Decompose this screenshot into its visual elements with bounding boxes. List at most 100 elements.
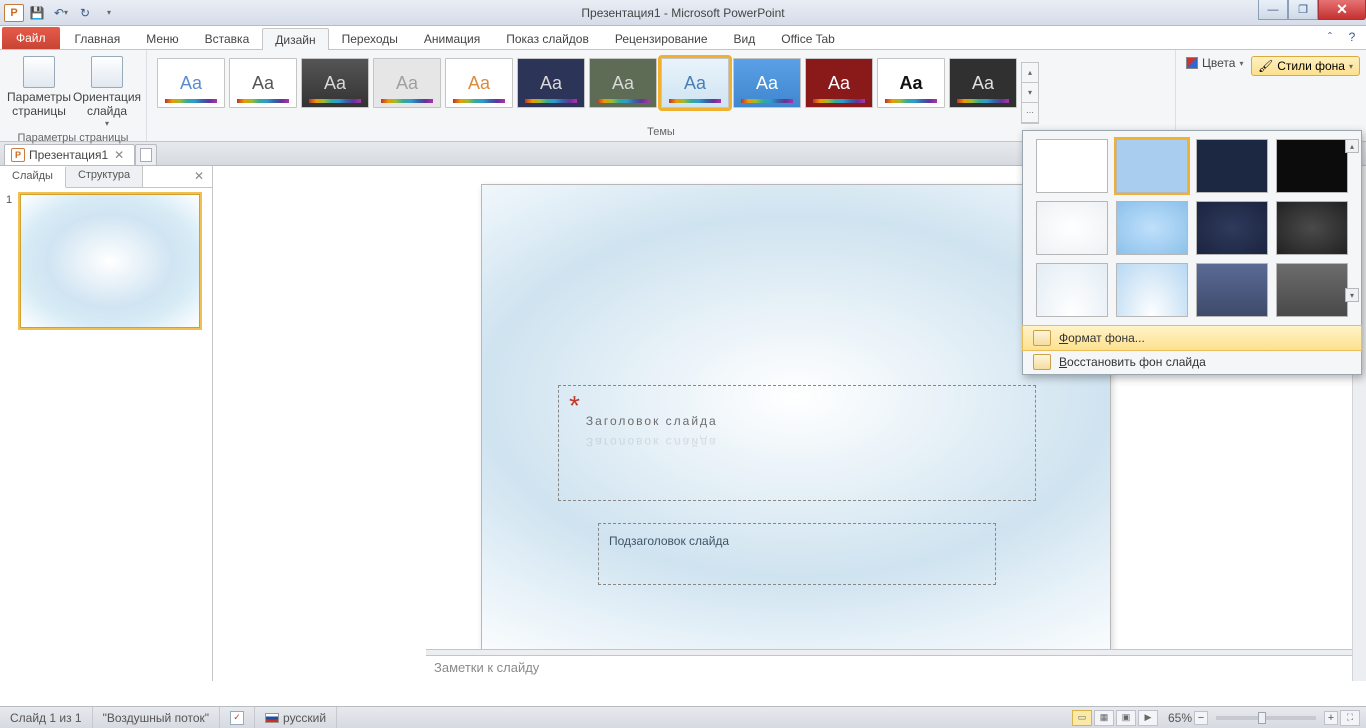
slide[interactable]: * Заголовок слайда Заголовок слайда Подз… [481, 184, 1111, 656]
spellcheck-icon: ✓ [230, 711, 244, 725]
ribbon-tabs: Файл Главная Меню Вставка Дизайн Переход… [0, 26, 1366, 50]
slide-thumbnail-1[interactable] [20, 194, 200, 328]
doc-icon: P [11, 148, 25, 162]
bg-style-4[interactable] [1276, 139, 1348, 193]
slides-tab[interactable]: Слайды [0, 167, 66, 188]
side-panel-close[interactable]: ✕ [186, 166, 212, 187]
popup-scrollbar[interactable]: ▴ ▾ [1345, 139, 1359, 302]
theme-color-strip [957, 99, 1009, 103]
theme-thumb-3[interactable]: Aa [373, 58, 441, 108]
doc-tab-close[interactable]: ✕ [112, 148, 126, 162]
file-tab[interactable]: Файл [2, 27, 60, 49]
theme-thumb-11[interactable]: Aa [949, 58, 1017, 108]
window-title: Презентация1 - Microsoft PowerPoint [0, 6, 1366, 20]
status-theme[interactable]: "Воздушный поток" [93, 707, 220, 728]
tab-home[interactable]: Главная [62, 27, 134, 49]
normal-view-button[interactable]: ▭ [1072, 710, 1092, 726]
background-styles-popup: ▴ ▾ Формат фона... Восстановить фон слай… [1022, 130, 1362, 375]
tab-view[interactable]: Вид [721, 27, 769, 49]
theme-thumb-4[interactable]: Aa [445, 58, 513, 108]
fit-to-window-button[interactable]: ⛶ [1340, 710, 1360, 726]
paint-icon: 🖌 [1258, 59, 1273, 73]
subtitle-placeholder[interactable]: Подзаголовок слайда [598, 523, 996, 585]
undo-button[interactable]: ↶▾ [50, 3, 72, 23]
bg-style-1[interactable] [1036, 139, 1108, 193]
background-styles-button[interactable]: 🖌 Стили фона ▾ [1251, 56, 1360, 76]
title-text: Заголовок слайда Заголовок слайда [586, 392, 718, 435]
theme-aa-icon: Aa [324, 73, 346, 94]
tab-office-tab[interactable]: Office Tab [768, 27, 848, 49]
reading-view-button[interactable]: ▣ [1116, 710, 1136, 726]
bg-style-7[interactable] [1196, 201, 1268, 255]
tab-review[interactable]: Рецензирование [602, 27, 721, 49]
minimize-button[interactable]: — [1258, 0, 1288, 20]
scroll-down-button[interactable]: ▾ [1345, 288, 1359, 302]
theme-thumb-6[interactable]: Aa [589, 58, 657, 108]
theme-aa-icon: Aa [612, 73, 634, 94]
theme-thumb-2[interactable]: Aa [301, 58, 369, 108]
bg-style-10[interactable] [1116, 263, 1188, 317]
theme-thumb-8[interactable]: Aa [733, 58, 801, 108]
close-button[interactable]: ✕ [1318, 0, 1366, 20]
tab-transitions[interactable]: Переходы [329, 27, 411, 49]
tab-slideshow[interactable]: Показ слайдов [493, 27, 602, 49]
themes-gallery-up[interactable]: ▴ [1022, 63, 1038, 83]
bg-style-8[interactable] [1276, 201, 1348, 255]
scroll-up-button[interactable]: ▴ [1345, 139, 1359, 153]
theme-aa-icon: Aa [684, 73, 706, 94]
bg-style-3[interactable] [1196, 139, 1268, 193]
format-background-item[interactable]: Формат фона... [1022, 325, 1362, 351]
bg-style-9[interactable] [1036, 263, 1108, 317]
tab-animation[interactable]: Анимация [411, 27, 493, 49]
bg-style-12[interactable] [1276, 263, 1348, 317]
theme-thumb-7[interactable]: Aa [661, 58, 729, 108]
group-themes: AaAaAaAaAaAaAaAaAaAaAaAa▴▾⋯ Темы [147, 50, 1176, 141]
status-spellcheck[interactable]: ✓ [220, 707, 255, 728]
zoom-slider[interactable] [1216, 716, 1316, 720]
theme-thumb-9[interactable]: Aa [805, 58, 873, 108]
theme-thumb-1[interactable]: Aa [229, 58, 297, 108]
zoom-knob[interactable] [1258, 712, 1266, 724]
theme-thumb-5[interactable]: Aa [517, 58, 585, 108]
bg-style-6[interactable] [1116, 201, 1188, 255]
slide-panel: Слайды Структура ✕ 1 [0, 166, 213, 681]
zoom-in-button[interactable]: + [1324, 711, 1338, 725]
ribbon-collapse-button[interactable]: ˆ [1322, 30, 1338, 44]
outline-tab[interactable]: Структура [66, 166, 143, 187]
status-slide-number[interactable]: Слайд 1 из 1 [0, 707, 93, 728]
theme-thumb-10[interactable]: Aa [877, 58, 945, 108]
bg-style-11[interactable] [1196, 263, 1268, 317]
sorter-view-button[interactable]: ▦ [1094, 710, 1114, 726]
format-bg-label: Формат фона... [1059, 331, 1145, 345]
reset-bg-label: Восстановить фон слайда [1059, 355, 1206, 369]
status-language[interactable]: русский [255, 707, 337, 728]
save-button[interactable]: 💾 [26, 3, 48, 23]
tab-insert[interactable]: Вставка [192, 27, 263, 49]
bg-style-2[interactable] [1116, 139, 1188, 193]
tab-menu[interactable]: Меню [133, 27, 191, 49]
redo-button[interactable]: ↻ [74, 3, 96, 23]
notes-pane[interactable]: Заметки к слайду [426, 655, 1352, 681]
slideshow-view-button[interactable]: ▶ [1138, 710, 1158, 726]
theme-aa-icon: Aa [972, 73, 994, 94]
tab-design[interactable]: Дизайн [262, 28, 328, 50]
help-button[interactable]: ? [1344, 30, 1360, 44]
qat-more-button[interactable]: ▾ [98, 3, 120, 23]
app-icon[interactable]: P [4, 4, 24, 22]
themes-gallery-more[interactable]: ⋯ [1022, 103, 1038, 123]
thumb-number: 1 [6, 194, 16, 328]
bg-style-5[interactable] [1036, 201, 1108, 255]
theme-color-strip [309, 99, 361, 103]
group-label-page-setup: Параметры страницы [6, 130, 140, 147]
zoom-out-button[interactable]: − [1194, 711, 1208, 725]
page-setup-button[interactable]: Параметры страницы [6, 54, 72, 121]
restore-button[interactable]: ❐ [1288, 0, 1318, 20]
theme-thumb-0[interactable]: Aa [157, 58, 225, 108]
quick-access-toolbar: P 💾 ↶▾ ↻ ▾ [0, 3, 120, 23]
title-bar: P 💾 ↶▾ ↻ ▾ Презентация1 - Microsoft Powe… [0, 0, 1366, 26]
themes-gallery-down[interactable]: ▾ [1022, 83, 1038, 103]
zoom-percent[interactable]: 65% [1168, 711, 1192, 725]
slide-orientation-button[interactable]: Ориентация слайда ▾ [74, 54, 140, 130]
title-placeholder[interactable]: * Заголовок слайда Заголовок слайда [558, 385, 1036, 501]
reset-background-item[interactable]: Восстановить фон слайда [1023, 350, 1361, 374]
